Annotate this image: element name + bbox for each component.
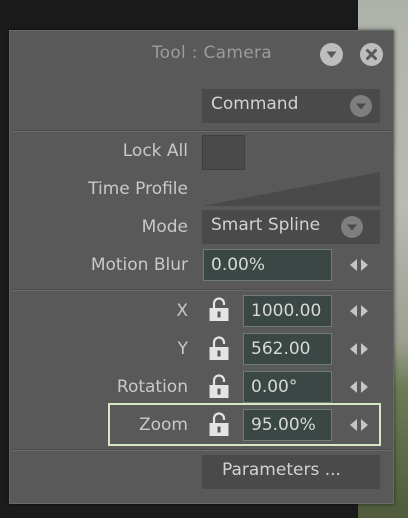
motion-blur-label: Motion Blur bbox=[90, 255, 188, 275]
minimize-button[interactable] bbox=[320, 43, 343, 66]
stepper-arrows-icon[interactable] bbox=[347, 258, 371, 272]
rotation-label: Rotation bbox=[116, 377, 188, 397]
stepper-arrows-icon[interactable] bbox=[347, 304, 371, 318]
close-button[interactable] bbox=[360, 43, 383, 66]
motion-blur-value: 0.00% bbox=[211, 255, 266, 275]
y-label: Y bbox=[177, 339, 188, 359]
dropdown-arrow-icon bbox=[341, 216, 363, 238]
y-field[interactable]: 562.00 bbox=[243, 333, 332, 365]
time-profile-label: Time Profile bbox=[88, 179, 188, 199]
unlock-icon[interactable] bbox=[208, 373, 230, 399]
stepper-arrows-icon[interactable] bbox=[347, 380, 371, 394]
separator bbox=[12, 289, 391, 291]
parameters-button-label: Parameters ... bbox=[222, 460, 341, 480]
separator bbox=[12, 130, 391, 132]
stepper-arrows-icon[interactable] bbox=[347, 342, 371, 356]
parameters-button[interactable]: Parameters ... bbox=[202, 455, 380, 489]
rotation-value: 0.00° bbox=[251, 377, 298, 397]
time-profile-curve[interactable] bbox=[202, 171, 380, 207]
mode-dropdown-value: Smart Spline bbox=[211, 215, 321, 235]
x-value: 1000.00 bbox=[251, 301, 322, 321]
dropdown-arrow-icon bbox=[350, 95, 372, 117]
mode-label: Mode bbox=[141, 217, 188, 237]
unlock-icon[interactable] bbox=[208, 296, 230, 322]
panel-title: Tool : Camera bbox=[151, 43, 272, 63]
separator bbox=[12, 449, 391, 451]
rotation-field[interactable]: 0.00° bbox=[243, 371, 332, 403]
unlock-icon[interactable] bbox=[208, 411, 230, 437]
zoom-field[interactable]: 95.00% bbox=[243, 409, 332, 441]
close-icon bbox=[366, 49, 377, 60]
command-dropdown-value: Command bbox=[211, 94, 299, 114]
stepper-arrows-icon[interactable] bbox=[347, 418, 371, 432]
command-dropdown[interactable]: Command bbox=[202, 89, 380, 123]
zoom-value: 95.00% bbox=[251, 415, 316, 435]
background-top bbox=[0, 0, 358, 30]
camera-tool-panel: Tool : Camera Command Lock All Time Prof… bbox=[9, 30, 394, 504]
chevron-down-icon bbox=[326, 51, 337, 58]
lock-all-checkbox[interactable] bbox=[202, 135, 245, 170]
lock-all-label: Lock All bbox=[122, 141, 188, 161]
x-field[interactable]: 1000.00 bbox=[243, 295, 332, 327]
unlock-icon[interactable] bbox=[208, 335, 230, 361]
zoom-label: Zoom bbox=[138, 415, 188, 435]
mode-dropdown[interactable]: Smart Spline bbox=[202, 210, 380, 244]
y-value: 562.00 bbox=[251, 339, 311, 359]
x-label: X bbox=[176, 301, 188, 321]
motion-blur-field[interactable]: 0.00% bbox=[203, 249, 332, 281]
